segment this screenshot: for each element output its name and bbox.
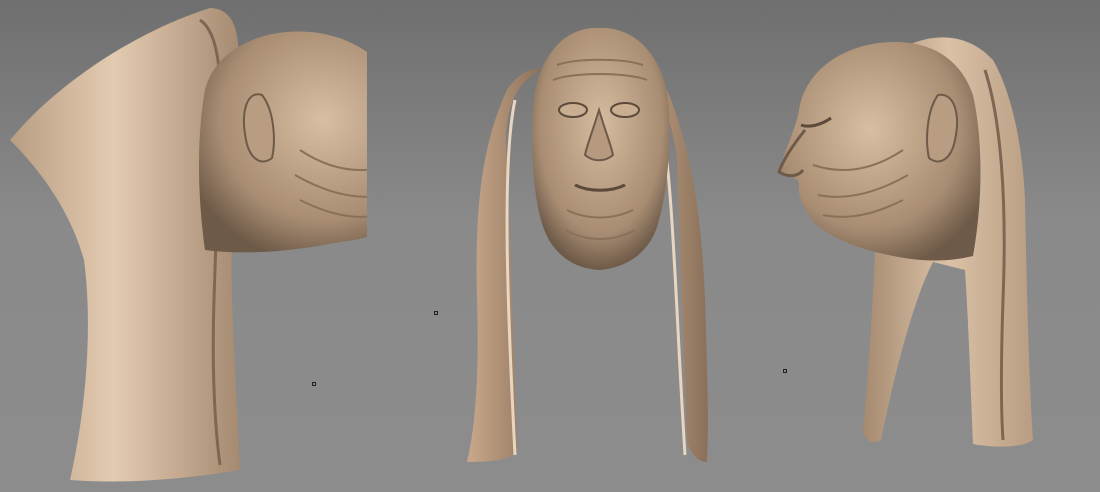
right-eye xyxy=(610,102,640,118)
pivot-marker-left[interactable] xyxy=(312,382,316,386)
front-view xyxy=(467,27,708,462)
hood-strip-left xyxy=(467,69,542,462)
right-profile-view xyxy=(777,37,1033,447)
left-eye xyxy=(558,102,588,118)
sculpt-viewport[interactable] xyxy=(0,0,1100,492)
left-profile-view xyxy=(10,8,367,482)
pivot-marker-center[interactable] xyxy=(434,311,438,315)
head xyxy=(198,31,367,253)
pivot-marker-right[interactable] xyxy=(783,369,787,373)
